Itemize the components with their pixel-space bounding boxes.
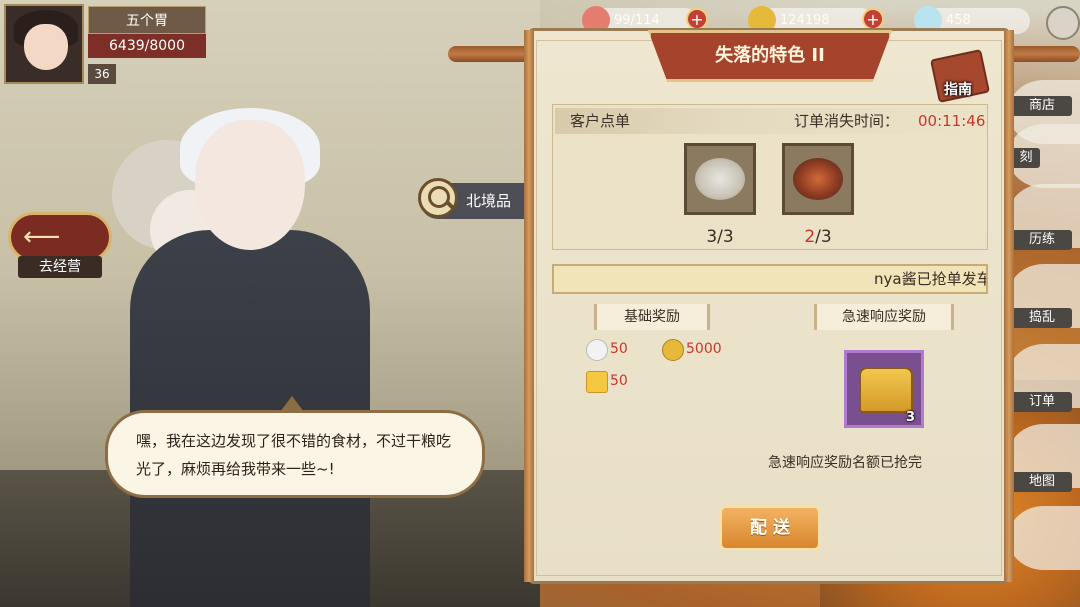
player-hp: 6439/8000 (88, 34, 206, 58)
dish-2-total: /3 (815, 227, 832, 247)
back-button[interactable]: ⟵ (8, 212, 112, 262)
side-menu-moment-label[interactable]: 刻 (1012, 148, 1040, 168)
side-menu-shop-label[interactable]: 商店 (1012, 96, 1072, 116)
add-gold-button[interactable]: + (862, 8, 884, 30)
dish-2-progress: 2/3 (782, 225, 854, 249)
guide-button[interactable]: 指南 (944, 80, 990, 100)
dish-1-progress: 3/3 (684, 225, 756, 249)
player-level: 36 (88, 64, 116, 84)
gold-coin-icon (662, 339, 684, 361)
timer-value: 00:11:46 (918, 112, 986, 130)
search-handle (445, 200, 455, 210)
scroll-edge-right (1004, 30, 1014, 582)
fish-dish-icon (695, 158, 745, 200)
chef-hat-icon (586, 339, 608, 361)
order-title: 客户点单 (570, 112, 631, 130)
marquee-text: nya酱已抢单发车 (874, 270, 988, 288)
rapid-reward-note: 急速响应奖励名额已抢完 (768, 455, 922, 471)
order-dish-2[interactable] (782, 143, 854, 215)
chest-count: 3 (906, 410, 916, 425)
avatar-face (24, 24, 68, 70)
reward-crown-value: 50 (610, 373, 628, 389)
dish-1-done: 3 (706, 227, 718, 247)
shrimp-dish-icon (793, 158, 843, 200)
dish-2-done: 2 (804, 227, 816, 247)
player-avatar[interactable] (4, 4, 84, 84)
search-icon[interactable] (418, 178, 458, 218)
side-menu-extra-button[interactable] (1008, 506, 1080, 570)
basic-reward-tab: 基础奖励 (594, 304, 710, 330)
crown-icon (586, 371, 608, 393)
side-menu-orders-label[interactable]: 订单 (1012, 392, 1072, 412)
add-stamina-button[interactable]: + (686, 8, 708, 30)
reward-gold-value: 5000 (686, 341, 722, 357)
treasure-chest-icon (859, 367, 913, 413)
scroll-edge-left (524, 30, 534, 582)
timer-label: 订单消失时间： (794, 112, 900, 130)
dish-1-total: /3 (717, 227, 734, 247)
back-arrow-icon: ⟵ (23, 222, 61, 252)
dialog-title: 失落的特色 II (715, 45, 825, 66)
speech-text: 嘿，我在这边发现了很不错的食材，不过干粮吃光了，麻烦再给我带来一些~! (136, 432, 452, 478)
character-head (195, 120, 305, 250)
order-dish-1[interactable] (684, 143, 756, 215)
reward-chef-value: 50 (610, 341, 628, 357)
deliver-button[interactable]: 配 送 (720, 506, 820, 550)
news-marquee: nya酱已抢单发车 (552, 264, 988, 294)
top-corner-button[interactable] (1046, 6, 1080, 40)
back-button-label[interactable]: 去经营 (18, 256, 102, 278)
side-menu-mischief-label[interactable]: 捣乱 (1012, 308, 1072, 328)
speech-bubble: 嘿，我在这边发现了很不错的食材，不过干粮吃光了，麻烦再给我带来一些~! (105, 410, 485, 498)
side-menu-training-label[interactable]: 历练 (1012, 230, 1072, 250)
rapid-reward-tab: 急速响应奖励 (814, 304, 954, 330)
side-menu-map-label[interactable]: 地图 (1012, 472, 1072, 492)
player-name: 五个胃 (88, 6, 206, 34)
